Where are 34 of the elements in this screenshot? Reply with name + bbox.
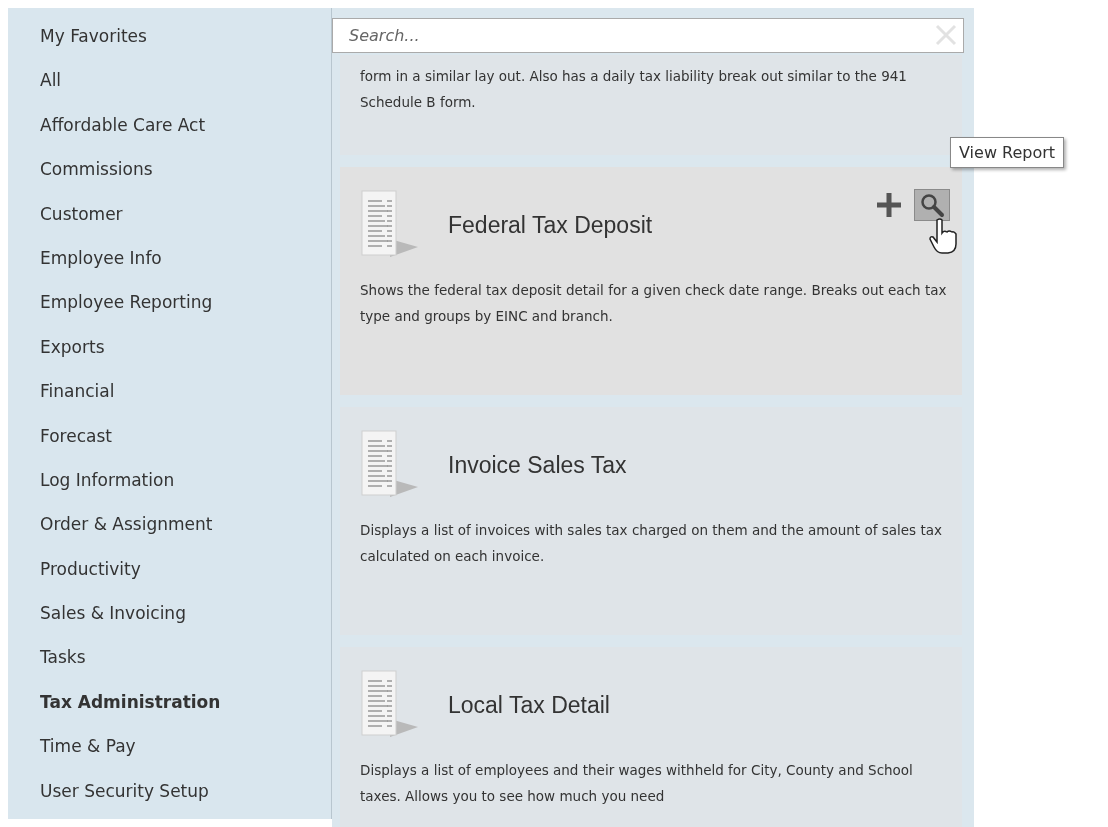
search-field[interactable]: Search... bbox=[332, 18, 964, 53]
sidebar-item[interactable]: Tasks bbox=[40, 641, 331, 686]
report-title: Invoice Sales Tax bbox=[448, 451, 627, 479]
sidebar-item[interactable]: All bbox=[40, 64, 331, 109]
sidebar-item[interactable]: Employee Reporting bbox=[40, 286, 331, 331]
sidebar-item[interactable]: Commissions bbox=[40, 153, 331, 198]
sidebar-item[interactable]: Affordable Care Act bbox=[40, 108, 331, 154]
search-icon bbox=[919, 192, 945, 218]
sidebar-item[interactable]: Customer bbox=[40, 197, 331, 242]
report-description: Shows the federal tax deposit detail for a given check date range. Breaks out each tax type and groups by EINC and branch. bbox=[360, 281, 948, 326]
sidebar-item[interactable]: Forecast bbox=[40, 419, 331, 464]
sidebar-item[interactable]: Log Information bbox=[40, 463, 331, 509]
sidebar-item[interactable]: Sales & Invoicing bbox=[40, 597, 331, 642]
sidebar-item[interactable]: Time & Pay bbox=[40, 730, 331, 775]
sidebar-item[interactable]: Financial bbox=[40, 375, 331, 420]
add-icon[interactable] bbox=[874, 190, 904, 220]
view-report-button[interactable] bbox=[914, 189, 950, 221]
report-title: Federal Tax Deposit bbox=[448, 211, 653, 239]
sidebar-item[interactable]: Exports bbox=[40, 330, 331, 376]
tooltip: View Report bbox=[950, 137, 1065, 168]
report-description: Displays a list of employees and their wages withheld for City, County and School taxes. Allows you to see how much you need bbox=[360, 761, 914, 806]
report-title: Local Tax Detail bbox=[448, 691, 610, 719]
report-description: form in a similar lay out. Also has a daily tax liability break out similar to the 941 Schedule B form. bbox=[360, 67, 908, 112]
sidebar-item[interactable]: Order & Assignment bbox=[40, 508, 331, 553]
sidebar-item[interactable]: Tax Administration bbox=[40, 685, 331, 731]
report-description: Displays a list of invoices with sales tax charged on them and the amount of sales tax calculated on each invoice. bbox=[360, 521, 943, 566]
sidebar-item[interactable]: Employee Info bbox=[40, 241, 331, 287]
report-card[interactable]: Local Tax Detail Displays a list of employees and their wages withheld for City, County and School taxes. Allows you to see how much you need bbox=[340, 647, 962, 827]
hand-cursor-icon bbox=[928, 217, 958, 255]
sidebar-item[interactable]: Productivity bbox=[40, 552, 331, 598]
sidebar-item[interactable]: User Security Setup bbox=[40, 774, 331, 820]
report-card[interactable]: Federal Tax Deposit Shows the federal tax deposit detail for a given check date range. Breaks out each tax type and groups by EINC and branch. bbox=[340, 167, 962, 395]
sidebar-item[interactable]: My Favorites bbox=[40, 20, 331, 65]
report-card[interactable]: Invoice Sales Tax Displays a list of invoices with sales tax charged on them and the amount of sales tax calculated on each invoice. bbox=[340, 407, 962, 635]
